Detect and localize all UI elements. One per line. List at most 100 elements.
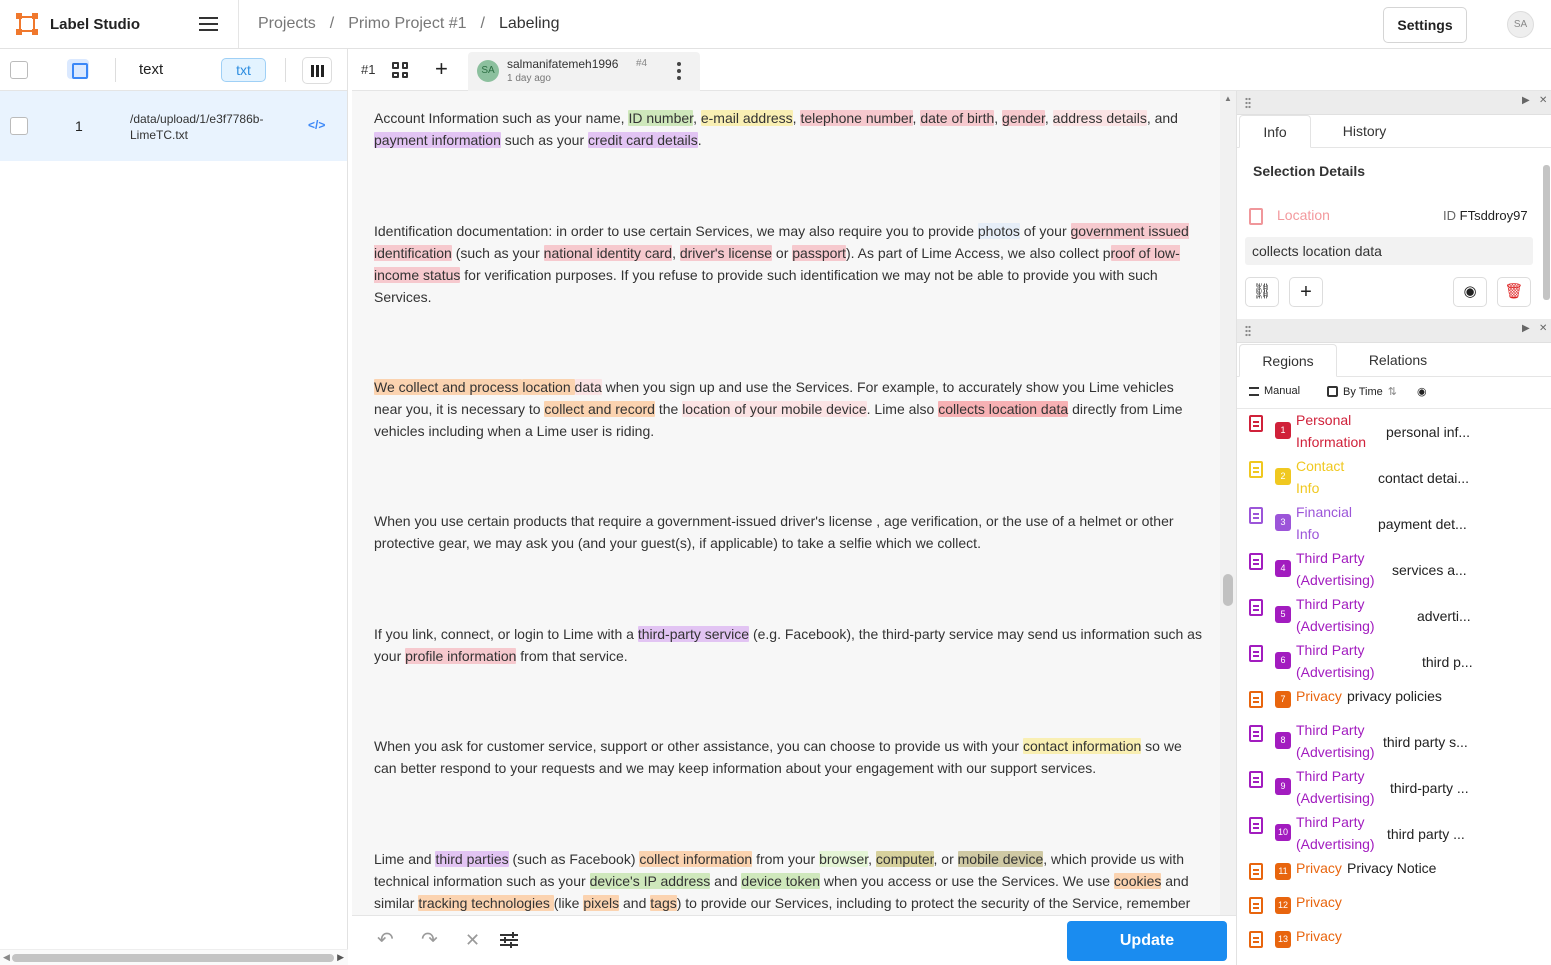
paragraph[interactable]: We collect and process location data whe… <box>374 376 1204 442</box>
user-avatar[interactable]: SA <box>1507 11 1534 38</box>
highlighted-region[interactable]: location <box>522 379 575 395</box>
highlighted-region[interactable]: tracking technologies <box>418 895 554 911</box>
region-item[interactable]: 12 Privacy <box>1237 891 1551 925</box>
tab-relations[interactable]: Relations <box>1349 344 1447 377</box>
highlighted-region[interactable]: profile information <box>405 648 517 664</box>
sort-by-time-button[interactable]: By Time ⇅ <box>1327 385 1397 398</box>
delete-icon[interactable]: 🗑 <box>1497 277 1531 307</box>
highlighted-region[interactable]: date of birth <box>920 110 995 126</box>
panel-drag-handle[interactable]: ▶ ✕ <box>1237 319 1551 343</box>
tab-info[interactable]: Info <box>1239 115 1311 148</box>
grid-view-icon[interactable] <box>392 62 408 78</box>
task-row-checkbox[interactable] <box>10 117 28 135</box>
breadcrumb-project[interactable]: Primo Project #1 <box>348 15 466 33</box>
settings-button[interactable]: Settings <box>1383 7 1467 43</box>
highlighted-region[interactable]: computer <box>875 851 934 867</box>
region-item[interactable]: 11 Privacy Privacy Notice <box>1237 857 1551 891</box>
highlighted-region[interactable]: We collect and process <box>374 379 523 395</box>
paragraph[interactable]: Identification documentation: in order t… <box>374 220 1204 308</box>
annotation-tab[interactable]: SA salmanifatemeh1996 #4 1 day ago <box>468 52 700 91</box>
redo-icon[interactable]: ↷ <box>421 930 438 950</box>
select-all-checkbox[interactable] <box>10 61 28 79</box>
highlighted-region[interactable]: gender <box>1002 110 1045 126</box>
region-item[interactable]: 10 Third Party (Advertising) third party .… <box>1237 811 1551 857</box>
panel-drag-handle[interactable]: ▶ ✕ <box>1237 91 1551 115</box>
highlighted-region[interactable]: collect information <box>639 851 753 867</box>
scroll-left-icon[interactable]: ◀ <box>3 952 10 963</box>
scrollbar-thumb[interactable] <box>12 954 334 962</box>
visibility-icon[interactable]: ◉ <box>1453 277 1487 307</box>
add-icon[interactable]: + <box>1289 277 1323 307</box>
paragraph[interactable]: Lime and third parties (such as Facebook… <box>374 848 1204 914</box>
highlighted-region[interactable]: device's IP address <box>589 873 711 889</box>
column-header-text[interactable]: text <box>139 61 163 78</box>
collapse-icon[interactable]: ▶ <box>1522 323 1530 334</box>
info-scrollbar[interactable] <box>1541 149 1551 319</box>
drag-grip-icon[interactable] <box>1245 325 1251 337</box>
highlighted-region[interactable]: device token <box>741 873 821 889</box>
drag-grip-icon[interactable] <box>1245 97 1251 109</box>
update-button[interactable]: Update <box>1067 921 1227 961</box>
highlighted-region[interactable]: location of your mobile device <box>682 401 867 417</box>
highlighted-region[interactable]: third parties <box>435 851 509 867</box>
paragraph[interactable]: If you link, connect, or login to Lime w… <box>374 623 1204 667</box>
highlighted-region[interactable]: details <box>657 132 698 148</box>
visibility-all-icon[interactable]: ◉ <box>1417 385 1427 398</box>
scrollbar-thumb[interactable] <box>1223 574 1233 606</box>
highlighted-region[interactable]: mobile device <box>957 851 1044 867</box>
vertical-scrollbar[interactable]: ▲ <box>1220 91 1236 915</box>
region-item[interactable]: 13 Privacy <box>1237 925 1551 959</box>
region-item[interactable]: 4 Third Party (Advertising) services a... <box>1237 547 1551 593</box>
scroll-up-icon[interactable]: ▲ <box>1224 94 1232 103</box>
paragraph[interactable]: Account Information such as your name, I… <box>374 107 1204 151</box>
highlighted-region[interactable]: address details <box>1052 110 1147 126</box>
paragraph[interactable]: When you ask for customer service, suppo… <box>374 735 1204 779</box>
highlighted-region[interactable]: payment <box>374 132 432 148</box>
region-item[interactable]: 7 Privacy privacy policies <box>1237 685 1551 719</box>
highlighted-region[interactable]: pixels <box>583 895 620 911</box>
link-icon[interactable]: ⛓ <box>1245 277 1279 307</box>
highlighted-region[interactable]: data <box>574 379 602 395</box>
region-item[interactable]: 3 Financial Info payment det... <box>1237 501 1551 547</box>
reset-icon[interactable]: ✕ <box>465 930 480 950</box>
highlighted-region[interactable]: contact information <box>1022 738 1142 754</box>
region-item[interactable]: 5 Third Party (Advertising) adverti... <box>1237 593 1551 639</box>
undo-icon[interactable]: ↶ <box>377 930 394 950</box>
highlighted-region[interactable]: collect and record <box>544 401 655 417</box>
tab-history[interactable]: History <box>1327 115 1402 148</box>
more-options-icon[interactable] <box>677 62 681 80</box>
region-item[interactable]: 2 Contact Info contact detai... <box>1237 455 1551 501</box>
scroll-right-icon[interactable]: ▶ <box>337 952 344 963</box>
app-logo[interactable]: Label Studio <box>16 13 140 35</box>
tab-regions[interactable]: Regions <box>1239 344 1337 377</box>
view-toggle-icon[interactable] <box>67 59 89 79</box>
highlighted-region[interactable]: tags <box>650 895 677 911</box>
columns-icon[interactable] <box>302 57 332 84</box>
highlighted-region[interactable]: telephone number <box>800 110 913 126</box>
highlighted-region[interactable]: driver's license <box>679 245 773 261</box>
close-icon[interactable]: ✕ <box>1539 95 1547 106</box>
paragraph[interactable]: When you use certain products that requi… <box>374 510 1204 554</box>
highlighted-region[interactable]: e-mail address <box>700 110 793 126</box>
highlighted-region[interactable]: browser <box>819 851 869 867</box>
highlighted-region[interactable]: collects location data <box>938 401 1069 417</box>
region-item[interactable]: 9 Third Party (Advertising) third-party ..… <box>1237 765 1551 811</box>
region-item[interactable]: 8 Third Party (Advertising) third party s.… <box>1237 719 1551 765</box>
close-icon[interactable]: ✕ <box>1539 323 1547 334</box>
column-type-badge[interactable]: txt <box>221 58 266 82</box>
highlighted-region[interactable]: passport <box>792 245 846 261</box>
breadcrumb-projects[interactable]: Projects <box>258 15 316 33</box>
settings-tune-icon[interactable] <box>500 932 518 948</box>
task-row[interactable]: 1 /data/upload/1/e3f7786b-LimeTC.txt </> <box>0 91 347 161</box>
highlighted-region[interactable]: photos <box>977 223 1020 239</box>
menu-icon[interactable] <box>199 17 218 31</box>
highlighted-region[interactable]: cookies <box>1113 873 1162 889</box>
collapse-icon[interactable]: ▶ <box>1522 95 1530 106</box>
code-icon[interactable]: </> <box>308 118 325 132</box>
region-item[interactable]: 6 Third Party (Advertising) third p... <box>1237 639 1551 685</box>
horizontal-scrollbar[interactable]: ◀ ▶ <box>0 949 348 965</box>
add-annotation-icon[interactable]: + <box>435 58 448 80</box>
group-manual-button[interactable]: Manual <box>1249 385 1300 397</box>
highlighted-region[interactable]: third-party service <box>637 626 750 642</box>
highlighted-region[interactable]: ID number <box>628 110 694 126</box>
